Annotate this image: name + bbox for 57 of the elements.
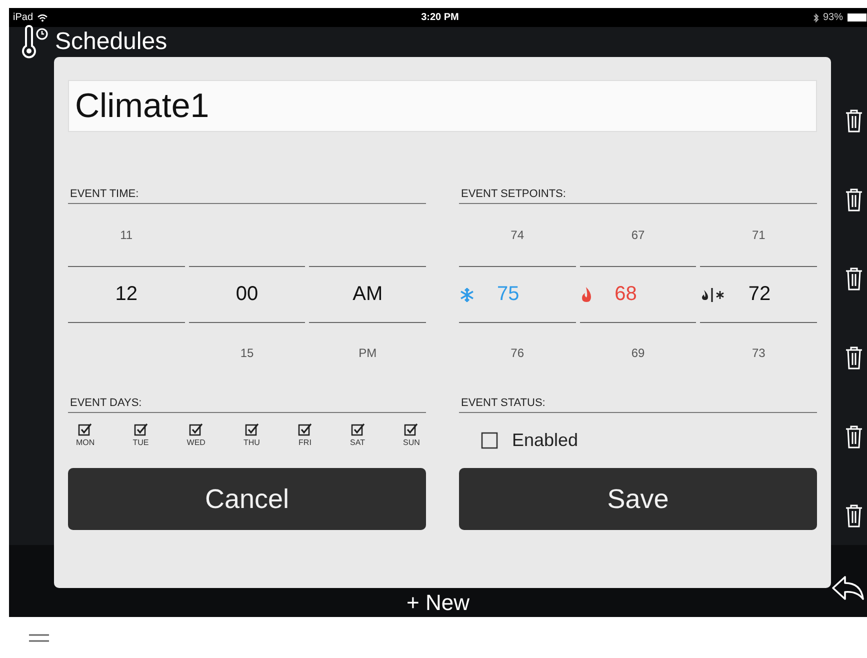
picker-option[interactable]: 11: [120, 228, 133, 242]
day-label: TUE: [132, 438, 149, 447]
page-title: Schedules: [55, 28, 168, 56]
trash-icon[interactable]: [845, 109, 863, 133]
trash-icon[interactable]: [845, 267, 863, 291]
picker-option[interactable]: 69: [631, 346, 645, 360]
trash-icon[interactable]: [845, 425, 863, 449]
picker-value[interactable]: 00: [188, 266, 306, 323]
enabled-checkbox[interactable]: [481, 432, 498, 449]
trash-icon[interactable]: [845, 188, 863, 212]
picker-option[interactable]: 73: [752, 346, 766, 360]
day-checkbox[interactable]: [404, 423, 418, 436]
day-checkbox[interactable]: [189, 423, 204, 436]
picker-option[interactable]: 74: [510, 228, 524, 242]
picker-option[interactable]: 71: [752, 228, 766, 242]
day-label: WED: [186, 438, 206, 447]
cancel-button[interactable]: Cancel: [68, 468, 426, 530]
flame-icon: [580, 286, 593, 303]
picker-option[interactable]: 67: [631, 228, 645, 242]
section-label: EVENT DAYS:: [68, 397, 426, 413]
setpoint-value[interactable]: 68: [614, 283, 637, 306]
picker-option[interactable]: 76: [510, 346, 524, 360]
new-schedule-button[interactable]: + New: [406, 590, 470, 616]
save-button[interactable]: Save: [459, 468, 817, 530]
bluetooth-icon: [812, 12, 819, 22]
wifi-icon: [37, 14, 48, 22]
section-label: EVENT SETPOINTS:: [459, 188, 817, 204]
day-label: SUN: [403, 438, 420, 447]
day-label: FRI: [298, 438, 312, 447]
battery-icon: [846, 13, 867, 22]
thermometer-clock-icon: [21, 24, 49, 58]
trash-icon[interactable]: [845, 346, 863, 370]
enabled-label: Enabled: [512, 430, 578, 451]
day-checkbox[interactable]: [78, 423, 92, 436]
setpoint-value[interactable]: 72: [748, 283, 771, 306]
snowflake-icon: [459, 286, 475, 302]
trash-icon[interactable]: [845, 504, 863, 528]
picker-option[interactable]: 15: [240, 346, 254, 360]
clock-time: 3:20 PM: [421, 12, 459, 23]
day-label: MON: [76, 438, 95, 447]
day-label: SAT: [350, 438, 365, 447]
picker-value[interactable]: 12: [68, 266, 185, 323]
device-name: iPad: [13, 12, 34, 23]
section-label: EVENT STATUS:: [459, 397, 817, 413]
day-checkbox[interactable]: [350, 423, 365, 436]
menu-icon[interactable]: [29, 634, 49, 642]
day-checkbox[interactable]: [244, 423, 259, 436]
picker-value[interactable]: AM: [309, 266, 426, 323]
battery-percent: 93%: [822, 12, 843, 23]
back-arrow-icon[interactable]: [831, 575, 865, 601]
day-label: THU: [243, 438, 260, 447]
day-checkbox[interactable]: [134, 423, 148, 436]
section-label: EVENT TIME:: [68, 188, 426, 204]
picker-option[interactable]: PM: [358, 346, 377, 360]
day-checkbox[interactable]: [298, 423, 312, 436]
heat-cool-icon: [700, 288, 726, 302]
name-input-field[interactable]: Climate1: [68, 80, 817, 132]
